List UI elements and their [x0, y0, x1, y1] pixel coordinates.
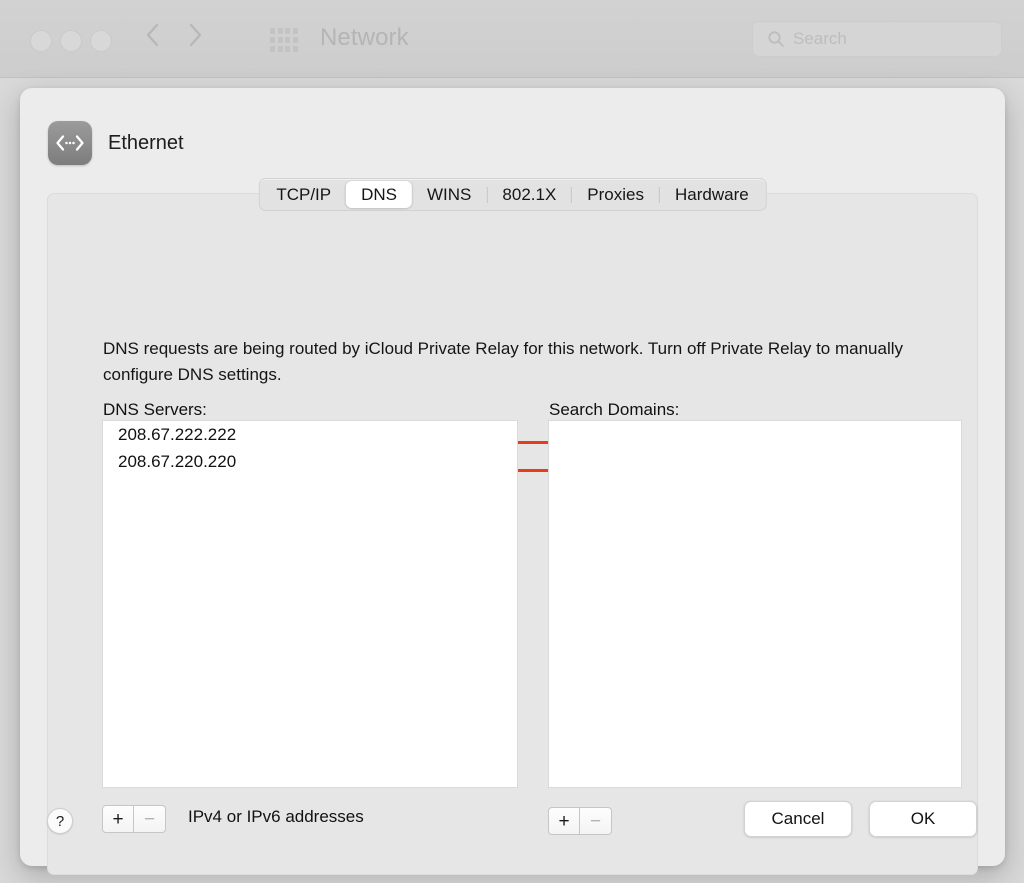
traffic-lights: [30, 30, 112, 52]
list-item[interactable]: 208.67.220.220: [103, 448, 517, 475]
add-search-domain-button[interactable]: +: [548, 807, 580, 835]
minimize-button[interactable]: [60, 30, 82, 52]
dns-servers-add-remove-control: + −: [102, 805, 166, 833]
help-button[interactable]: ?: [47, 808, 73, 834]
tab-proxies[interactable]: Proxies: [572, 181, 659, 208]
ip-address-hint: IPv4 or IPv6 addresses: [188, 807, 364, 826]
ethernet-icon: [48, 121, 92, 165]
search-icon: [767, 30, 785, 48]
remove-search-domain-button[interactable]: −: [580, 807, 612, 835]
search-domains-label: Search Domains:: [549, 400, 680, 419]
tab-8021x[interactable]: 802.1X: [487, 181, 571, 208]
tab-wins[interactable]: WINS: [412, 181, 486, 208]
navigation-arrows: [145, 22, 203, 48]
search-field[interactable]: Search: [752, 21, 1002, 57]
ok-button[interactable]: OK: [869, 801, 977, 837]
chevron-right-icon[interactable]: [187, 22, 203, 48]
chevron-left-icon[interactable]: [145, 22, 161, 48]
search-domains-list[interactable]: [548, 420, 962, 788]
add-dns-server-button[interactable]: +: [102, 805, 134, 833]
close-button[interactable]: [30, 30, 52, 52]
private-relay-info-text: DNS requests are being routed by iCloud …: [103, 339, 904, 384]
zoom-button[interactable]: [90, 30, 112, 52]
service-name: Ethernet: [108, 131, 184, 154]
tab-dns[interactable]: DNS: [346, 181, 413, 208]
tab-hardware[interactable]: Hardware: [660, 181, 764, 208]
dns-servers-label: DNS Servers:: [103, 400, 207, 419]
settings-panel: TCP/IP DNS WINS 802.1X Proxies Hardware …: [47, 178, 978, 875]
search-domains-add-remove-control: + −: [548, 807, 612, 835]
dns-servers-list[interactable]: 208.67.222.222 208.67.220.220: [102, 420, 518, 788]
network-settings-sheet: Ethernet TCP/IP DNS WINS 802.1X Proxies …: [20, 88, 1005, 875]
window-toolbar: Network Search: [0, 0, 1024, 78]
cancel-button[interactable]: Cancel: [744, 801, 852, 837]
tab-tcpip[interactable]: TCP/IP: [261, 181, 346, 208]
search-placeholder: Search: [793, 29, 847, 48]
tab-bar: TCP/IP DNS WINS 802.1X Proxies Hardware: [258, 178, 767, 211]
list-item[interactable]: 208.67.222.222: [103, 421, 517, 448]
show-all-grid-icon[interactable]: [270, 28, 298, 52]
page-title: Network: [320, 24, 409, 51]
sheet-header: Ethernet: [48, 121, 184, 165]
remove-dns-server-button[interactable]: −: [134, 805, 166, 833]
